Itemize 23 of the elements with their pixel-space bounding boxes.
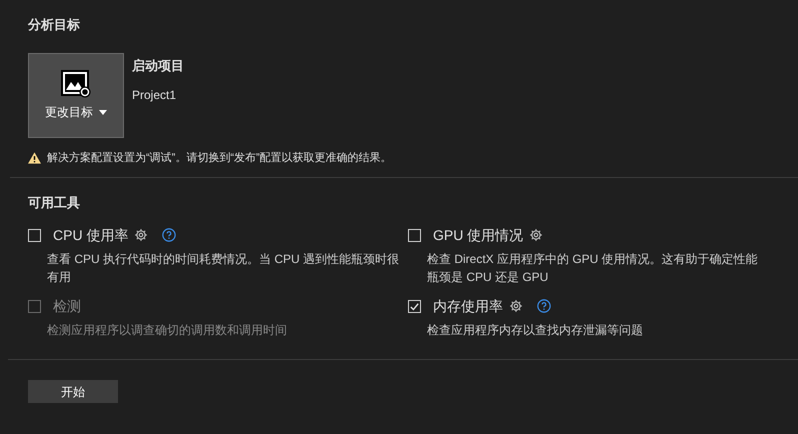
warning-text: 解决方案配置设置为“调试”。请切换到“发布”配置以获取更准确的结果。 (47, 150, 392, 166)
settings-icon[interactable] (529, 228, 544, 242)
project-heading: 启动项目 (132, 56, 184, 74)
help-icon[interactable] (162, 228, 176, 242)
image-gear-icon (60, 69, 92, 99)
start-button[interactable]: 开始 (28, 380, 118, 403)
settings-icon[interactable] (134, 228, 148, 242)
help-icon[interactable] (537, 299, 551, 313)
change-target-button[interactable]: 更改目标 (28, 52, 124, 138)
warning-icon (28, 152, 41, 164)
settings-icon[interactable] (509, 299, 523, 313)
tool-name: GPU 使用情况 (433, 226, 524, 244)
tool-description: 检查 DirectX 应用程序中的 GPU 使用情况。这有助于确定性能瓶颈是 CPU 还是 GPU (427, 250, 759, 286)
tool-name: CPU 使用率 (53, 226, 128, 244)
tool-description: 检测应用程序以调查确切的调用数和调用时间 (47, 322, 288, 338)
tool-description: 检查应用程序内存以查找内存泄漏等问题 (427, 322, 644, 338)
tool-description: 查看 CPU 执行代码时的时间耗费情况。当 CPU 遇到性能瓶颈时很有用 (47, 250, 400, 286)
section-title: 可用工具 (28, 194, 81, 212)
tool-name: 内存使用率 (433, 296, 503, 316)
project-name: Project1 (132, 87, 178, 104)
section-title: 分析目标 (28, 16, 81, 34)
caret-icon (99, 110, 107, 114)
tool-name: 检测 (53, 296, 81, 316)
